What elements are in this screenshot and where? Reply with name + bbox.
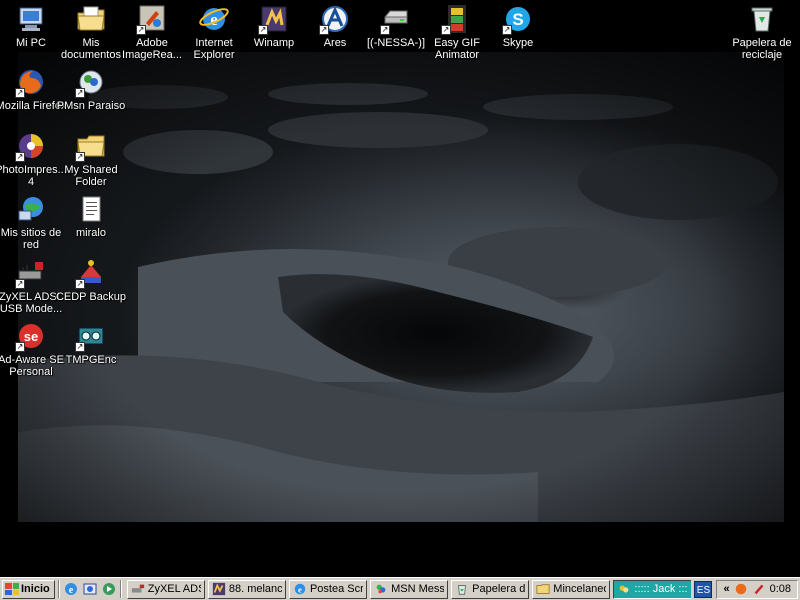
shared-folder-icon: ↗ (75, 130, 107, 162)
my-documents-icon (75, 3, 107, 35)
folder-task-icon (536, 584, 550, 594)
desktop-icon-skype[interactable]: S ↗ Skype (480, 3, 556, 49)
tmpgenc-icon: ↗ (75, 320, 107, 352)
ares-icon: ↗ (319, 3, 351, 35)
quicklaunch-outlook-icon[interactable] (82, 581, 98, 597)
desktop-icon-pmsn-paraiso[interactable]: ↗ PMsn Paraiso (53, 66, 129, 112)
internet-explorer-icon: e (198, 3, 230, 35)
svg-text:e: e (298, 585, 302, 595)
easy-gif-animator-icon: ↗ (441, 3, 473, 35)
desktop-icon-miralo[interactable]: miralo (53, 193, 129, 239)
skype-icon: S ↗ (502, 3, 534, 35)
quicklaunch-ie-icon[interactable]: e (63, 581, 79, 597)
ad-aware-icon: se ↗ (15, 320, 47, 352)
task-papelera[interactable]: Papelera de r... (451, 579, 530, 599)
zyxel-task-icon (131, 584, 144, 593)
task-list: ZyXEL ADSL ... 88. melancoli... e Postea… (126, 579, 692, 599)
winamp-icon: ↗ (258, 3, 290, 35)
recycle-bin-task-icon (458, 585, 467, 595)
windows-logo-icon (5, 583, 19, 595)
wallpaper (18, 52, 784, 522)
language-indicator[interactable]: ES (694, 580, 713, 598)
svg-text:S: S (512, 10, 523, 29)
tray-firefox-icon[interactable] (734, 582, 748, 596)
svg-text:se: se (24, 329, 38, 344)
ie-task-icon: e (294, 583, 306, 595)
tray-expand-chevron-icon[interactable]: « (723, 583, 729, 595)
desktop-icon-recycle-bin[interactable]: Papelera de reciclaje (724, 3, 800, 61)
my-computer-icon (15, 3, 47, 35)
taskbar-separator (57, 580, 60, 598)
desktop-icon-cedp-backup[interactable]: ↗ CEDP Backup (53, 257, 129, 303)
task-jack[interactable]: ::::: Jack :::: ... (613, 579, 692, 599)
task-postea-screen[interactable]: e Postea Scree... (288, 579, 368, 599)
winamp-task-icon (212, 582, 225, 596)
pmsn-paraiso-icon: ↗ (75, 66, 107, 98)
quicklaunch-media-icon[interactable] (101, 581, 117, 597)
msn-chat-task-icon (620, 585, 629, 593)
task-melancolia[interactable]: 88. melancoli... (207, 579, 286, 599)
nessa-drive-icon: ↗ (380, 3, 412, 35)
start-label: Inicio (21, 583, 50, 595)
task-mincelaneo[interactable]: Mincelaneo (532, 579, 611, 599)
text-file-icon (75, 193, 107, 225)
photoimpression-icon: ↗ (15, 130, 47, 162)
tray-edit-icon[interactable] (752, 582, 766, 596)
system-tray: « 0:08 (716, 579, 798, 599)
network-places-icon (15, 193, 47, 225)
task-msn-messenger[interactable]: MSN Messen... (370, 579, 449, 599)
adobe-imageready-icon: ↗ (136, 3, 168, 35)
msn-task-icon (376, 584, 386, 594)
zyxel-adsl-icon: ↗ (15, 257, 47, 289)
taskbar-separator (119, 580, 122, 598)
quick-launch: e (63, 581, 117, 597)
recycle-bin-icon (746, 3, 778, 35)
cedp-backup-icon: ↗ (75, 257, 107, 289)
desktop: Mi PC Mis documentos ↗ Adobe ImageRea...… (0, 0, 800, 577)
wallpaper-landscape (18, 83, 784, 522)
desktop-icon-tmpgenc[interactable]: ↗ TMPGEnc (53, 320, 129, 366)
taskbar: Inicio e ZyXEL ADSL ... 88. melancoli...… (0, 577, 800, 600)
svg-text:e: e (69, 585, 74, 596)
mozilla-firefox-icon: ↗ (15, 66, 47, 98)
clock[interactable]: 0:08 (770, 583, 791, 595)
start-button[interactable]: Inicio (2, 579, 55, 599)
desktop-icon-my-shared-folder[interactable]: ↗ My Shared Folder (53, 130, 129, 188)
task-zyxel-adsl[interactable]: ZyXEL ADSL ... (126, 579, 205, 599)
